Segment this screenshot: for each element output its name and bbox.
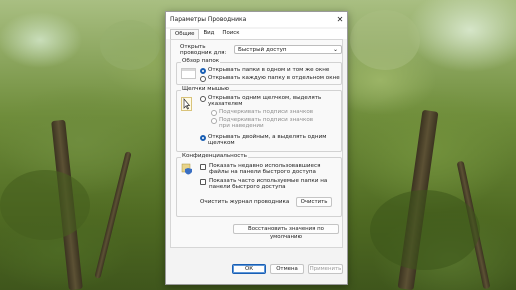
radio-button[interactable] bbox=[211, 117, 217, 124]
radio-underline-always-label: Подчеркивать подписи значков bbox=[219, 109, 314, 115]
check-show-recent-files-label: Показать недавно использовавшиеся файлы … bbox=[209, 163, 321, 175]
foliage bbox=[370, 190, 480, 270]
radio-single-click[interactable]: Открывать одним щелчком, выделять указат… bbox=[200, 95, 336, 107]
radio-button[interactable] bbox=[200, 95, 206, 102]
radio-button[interactable] bbox=[211, 109, 217, 116]
privacy-group: Конфиденциальность Показать недавно испо… bbox=[176, 153, 342, 217]
checkbox[interactable] bbox=[200, 163, 206, 170]
foliage bbox=[0, 170, 90, 240]
clear-history-button[interactable]: Очистить bbox=[296, 197, 332, 207]
folder-options-dialog: Параметры Проводника ✕ Общие Вид Поиск О… bbox=[165, 11, 348, 285]
apply-button[interactable]: Применить bbox=[308, 264, 343, 274]
radio-same-window[interactable]: Открывать папки в одном и том же окне bbox=[200, 67, 329, 74]
open-explorer-label: Открыть проводник для: bbox=[180, 44, 227, 56]
tab-view[interactable]: Вид bbox=[199, 29, 218, 39]
tree-branch bbox=[94, 151, 132, 279]
close-icon: ✕ bbox=[336, 15, 344, 24]
radio-double-click-label: Открывать двойным, а выделять одним щелч… bbox=[208, 134, 327, 146]
radio-underline-hover[interactable]: Подчеркивать подписи значков при наведен… bbox=[211, 117, 321, 129]
checkbox[interactable] bbox=[200, 178, 206, 185]
tab-bar: Общие Вид Поиск bbox=[166, 29, 347, 39]
radio-separate-window[interactable]: Открывать каждую папку в отдельном окне bbox=[200, 75, 340, 82]
ok-button[interactable]: ОК bbox=[232, 264, 266, 274]
clear-history-label: Очистить журнал проводника bbox=[200, 199, 290, 205]
dialog-footer: ОК Отмена Применить bbox=[166, 260, 347, 284]
radio-underline-hover-label: Подчеркивать подписи значков при наведен… bbox=[219, 117, 314, 129]
cancel-button[interactable]: Отмена bbox=[270, 264, 304, 274]
pointer-click-illustration-icon bbox=[181, 97, 192, 111]
check-show-recent-files[interactable]: Показать недавно использовавшиеся файлы … bbox=[200, 163, 336, 175]
radio-button[interactable] bbox=[200, 75, 206, 82]
radio-same-window-label: Открывать папки в одном и том же окне bbox=[208, 67, 330, 73]
folder-window-illustration-icon bbox=[181, 68, 196, 79]
chevron-down-icon: ⌄ bbox=[332, 46, 338, 53]
mouse-clicks-group: Щелчки мышью Открывать одним щелчком, вы… bbox=[176, 86, 342, 152]
radio-button[interactable] bbox=[200, 134, 206, 141]
open-explorer-value: Быстрый доступ bbox=[238, 47, 287, 53]
close-button[interactable]: ✕ bbox=[333, 13, 347, 27]
privacy-title: Конфиденциальность bbox=[181, 153, 248, 159]
radio-button[interactable] bbox=[200, 67, 206, 74]
open-explorer-select[interactable]: Быстрый доступ ⌄ bbox=[234, 45, 342, 54]
foliage bbox=[350, 10, 420, 70]
browse-folders-group: Обзор папок Открывать папки в одном и то… bbox=[176, 58, 342, 85]
open-explorer-row: Открыть проводник для: Быстрый доступ ⌄ bbox=[176, 43, 348, 57]
mouse-clicks-title: Щелчки мышью bbox=[181, 86, 230, 92]
radio-separate-window-label: Открывать каждую папку в отдельном окне bbox=[208, 75, 340, 81]
foliage bbox=[100, 20, 160, 70]
radio-double-click[interactable]: Открывать двойным, а выделять одним щелч… bbox=[200, 134, 330, 146]
tab-general[interactable]: Общие bbox=[170, 29, 200, 39]
tab-content-general: Открыть проводник для: Быстрый доступ ⌄ … bbox=[170, 39, 343, 248]
radio-single-click-label: Открывать одним щелчком, выделять указат… bbox=[208, 95, 322, 107]
check-show-frequent-folders-label: Показать часто используемые папки на пан… bbox=[209, 178, 328, 190]
title-bar[interactable]: Параметры Проводника ✕ bbox=[166, 12, 347, 27]
privacy-shield-illustration-icon bbox=[181, 163, 193, 175]
radio-underline-always[interactable]: Подчеркивать подписи значков bbox=[211, 109, 313, 116]
browse-folders-title: Обзор папок bbox=[181, 58, 221, 64]
check-show-frequent-folders[interactable]: Показать часто используемые папки на пан… bbox=[200, 178, 336, 190]
tab-search[interactable]: Поиск bbox=[218, 29, 243, 39]
window-title: Параметры Проводника bbox=[170, 16, 247, 23]
restore-defaults-button[interactable]: Восстановить значения по умолчанию bbox=[233, 224, 339, 240]
